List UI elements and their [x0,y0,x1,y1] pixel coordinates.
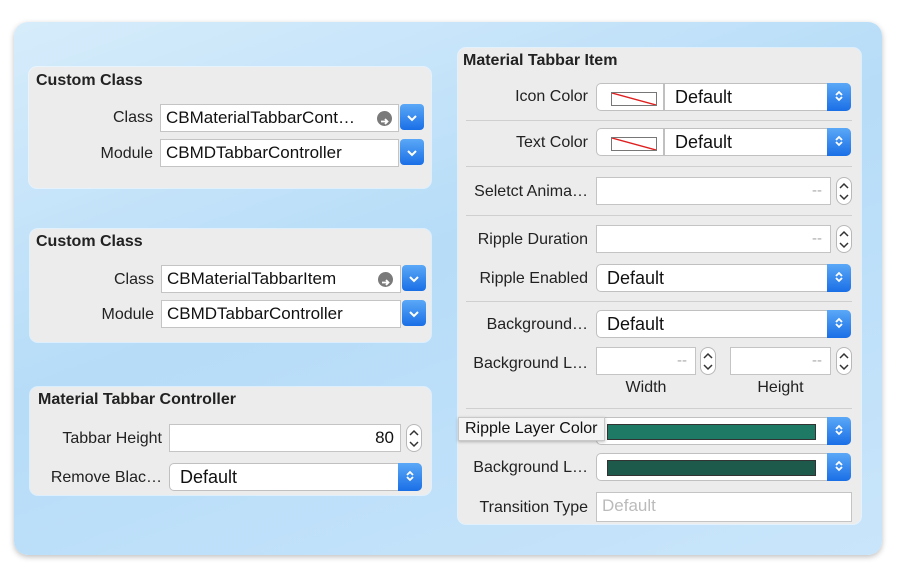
class-dropdown-button[interactable] [400,104,424,130]
separator [466,120,852,121]
ripple-enabled-label: Ripple Enabled [479,270,588,287]
chevron-up-down-icon [835,317,843,329]
tabbar-height-label: Tabbar Height [62,430,162,447]
width-placeholder: -- [677,352,687,369]
dropdown-arrow [827,83,851,111]
dropdown-arrow [398,463,422,491]
module-field-value: CBMDTabbarController [166,143,342,162]
chevron-down-icon [407,150,417,157]
class-field-value: CBMaterialTabbarCont… [166,108,355,127]
class-field-value: CBMaterialTabbarItem [167,269,337,288]
background-layer-color-well[interactable] [596,453,851,481]
chevron-up-down-icon [835,424,843,436]
remove-black-label: Remove Blac… [50,469,162,486]
background-label: Background… [486,316,588,333]
icon-color-dropdown[interactable]: Default [664,83,851,111]
background-layer-color-swatch [607,460,816,476]
ripple-duration-stepper[interactable] [836,225,852,253]
chevron-up-down-icon [835,90,843,102]
module-dropdown-button[interactable] [402,300,426,326]
dropdown-arrow [827,128,851,156]
separator [466,408,852,409]
remove-black-value: Default [180,467,238,487]
text-color-dropdown[interactable]: Default [664,128,851,156]
tabbar-height-value: 80 [375,428,394,447]
module-label: Module [100,145,153,162]
panel-title: Material Tabbar Controller [38,391,236,408]
background-layer-width-stepper[interactable] [700,347,716,375]
background-layer-width-field[interactable]: -- [596,347,696,375]
chevron-down-icon [409,311,419,318]
text-color-swatch[interactable] [596,128,664,156]
width-caption: Width [625,379,667,396]
background-layer-height-field[interactable]: -- [730,347,831,375]
icon-color-label: Icon Color [515,88,588,105]
background-layer-height-stepper[interactable] [836,347,852,375]
height-placeholder: -- [812,352,822,369]
class-field[interactable]: CBMaterialTabbarItem [161,265,401,293]
dropdown-arrow[interactable] [827,417,851,445]
no-color-icon [611,92,657,106]
chevron-up-down-icon [835,135,843,147]
panel-title: Material Tabbar Item [463,52,618,69]
no-color-icon [611,137,657,151]
remove-black-dropdown[interactable]: Default [169,463,422,491]
transition-type-field[interactable]: Default [596,492,852,522]
module-field-value: CBMDTabbarController [167,304,343,323]
panel-title: Custom Class [36,233,143,250]
module-field[interactable]: CBMDTabbarController [161,300,401,328]
module-dropdown-button[interactable] [400,139,424,165]
icon-color-swatch[interactable] [596,83,664,111]
material-tabbar-controller-panel: Material Tabbar Controller Tabbar Height… [30,387,431,495]
select-animation-stepper[interactable] [836,177,852,205]
ripple-layer-color-swatch [607,424,816,440]
dropdown-arrow [827,310,851,338]
chevron-down-icon [409,276,419,283]
dropdown-arrow [827,264,851,292]
ripple-duration-label: Ripple Duration [477,231,588,248]
separator [466,166,852,167]
custom-class-panel-2: Custom Class Class CBMaterialTabbarItem … [30,229,431,342]
ripple-enabled-value: Default [607,268,665,288]
select-animation-placeholder: -- [812,182,822,199]
module-label: Module [101,306,154,323]
background-value: Default [607,314,665,334]
ripple-duration-placeholder: -- [812,230,822,247]
icon-color-value: Default [675,87,733,107]
text-color-value: Default [675,132,733,152]
go-to-class-icon[interactable] [377,111,392,126]
text-color-label: Text Color [515,134,588,151]
tabbar-height-stepper[interactable] [406,424,422,452]
custom-class-panel-1: Custom Class Class CBMaterialTabbarCont…… [29,67,431,188]
ripple-duration-field[interactable]: -- [596,225,831,253]
tabbar-height-field[interactable]: 80 [169,424,401,452]
class-dropdown-button[interactable] [402,265,426,291]
ripple-layer-color-well[interactable] [596,417,851,445]
dropdown-arrow[interactable] [827,453,851,481]
class-label: Class [113,271,154,288]
chevron-up-down-icon [835,460,843,472]
background-layer-size-label: Background L… [473,355,588,372]
separator [466,301,852,302]
class-field[interactable]: CBMaterialTabbarCont… [160,104,399,132]
ripple-layer-color-tooltip: Ripple Layer Color [458,417,605,441]
panel-title: Custom Class [36,72,143,89]
transition-type-placeholder: Default [602,496,656,515]
chevron-down-icon [407,115,417,122]
background-layer-color-label: Background L… [473,459,588,476]
select-animation-label: Seletct Anima… [474,183,588,200]
transition-type-label: Transition Type [479,499,589,516]
select-animation-field[interactable]: -- [596,177,831,205]
go-to-class-icon[interactable] [378,272,393,287]
chevron-up-down-icon [406,470,414,482]
separator [466,215,852,216]
material-tabbar-item-panel: Material Tabbar Item Icon Color Default … [458,48,861,524]
height-caption: Height [757,379,804,396]
background-dropdown[interactable]: Default [596,310,851,338]
module-field[interactable]: CBMDTabbarController [160,139,399,167]
chevron-up-down-icon [835,271,843,283]
class-label: Class [112,109,153,126]
ripple-enabled-dropdown[interactable]: Default [596,264,851,292]
